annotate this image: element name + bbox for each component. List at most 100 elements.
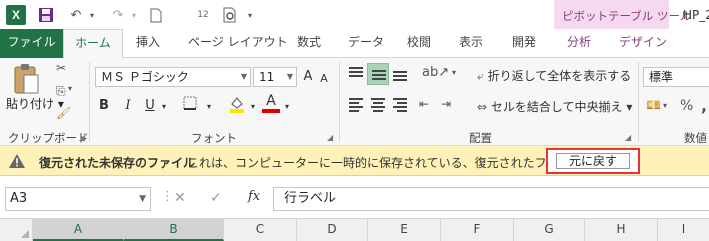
orientation-dropdown-icon[interactable]: ▾ <box>452 68 456 77</box>
excel-logo-icon: X <box>6 5 26 25</box>
warning-icon <box>8 153 26 169</box>
number-format-select[interactable]: 標準 <box>643 67 709 87</box>
formula-bar-grip-icon: ⋮ <box>161 189 174 204</box>
tab-insert[interactable]: 挿入 <box>136 29 160 58</box>
column-header-h[interactable]: H <box>585 219 658 241</box>
merge-center-label: セルを結合して中央揃え <box>490 100 623 114</box>
group-separator <box>638 62 639 142</box>
increase-indent-icon[interactable]: ⇥ <box>441 97 451 111</box>
paste-label: 貼り付け <box>6 97 55 111</box>
name-box-value: A3 <box>10 191 28 206</box>
font-color-dropdown-icon[interactable]: ▾ <box>282 97 292 117</box>
tab-data[interactable]: データ <box>348 29 384 58</box>
new-file-icon[interactable] <box>146 5 166 25</box>
borders-dropdown-icon[interactable]: ▾ <box>204 97 214 117</box>
enter-icon[interactable]: ✓ <box>210 190 222 206</box>
tab-review[interactable]: 校閲 <box>407 29 431 58</box>
paste-icon[interactable] <box>12 63 42 97</box>
underline-dropdown-icon[interactable]: ▾ <box>159 97 169 117</box>
chevron-down-icon: ▼ <box>286 72 293 81</box>
font-name-select[interactable]: ＭＳ Ｐゴシック ▼ <box>95 67 251 87</box>
formula-input[interactable]: 行ラベル <box>273 187 709 211</box>
currency-dropdown-icon[interactable]: ▾ <box>663 101 667 110</box>
tab-design[interactable]: デザイン <box>619 29 667 58</box>
insert-function-icon[interactable]: fx <box>248 189 260 204</box>
underline-button[interactable]: U <box>143 96 157 116</box>
align-bottom-icon[interactable] <box>389 63 411 85</box>
tab-formulas[interactable]: 数式 <box>297 29 321 58</box>
orientation-icon[interactable]: ab↗ <box>422 65 449 80</box>
font-launcher-icon[interactable]: ◢ <box>327 133 333 142</box>
format-painter-icon[interactable]: 🖌 <box>56 106 71 120</box>
percent-button[interactable]: % <box>680 98 693 114</box>
message-bar: 復元された未保存のファイル これは、コンピューターに一時的に保存されている、復元… <box>0 146 709 176</box>
print-preview-icon[interactable] <box>220 5 240 25</box>
column-headers: A B C D E F G H I <box>0 218 709 241</box>
borders-icon[interactable] <box>181 96 199 116</box>
increase-font-icon[interactable]: A <box>301 67 315 87</box>
decrease-indent-icon[interactable]: ⇤ <box>419 97 429 111</box>
wrap-text-button[interactable]: ⤶ 折り返して全体を表示する <box>477 67 631 84</box>
calendar-icon[interactable]: 12 <box>193 5 213 25</box>
italic-button[interactable]: I <box>121 96 135 116</box>
clipboard-group-label: クリップボード <box>8 131 89 145</box>
restore-button[interactable]: 元に戻す <box>556 153 630 169</box>
column-header-f[interactable]: F <box>441 219 514 241</box>
column-header-e[interactable]: E <box>368 219 441 241</box>
name-box[interactable]: A3 ▼ <box>5 187 151 211</box>
clipboard-launcher-icon[interactable]: ◢ <box>79 133 85 142</box>
select-all-corner[interactable] <box>0 219 33 241</box>
align-center-icon[interactable] <box>367 94 389 116</box>
column-header-b[interactable]: B <box>124 219 224 241</box>
column-header-d[interactable]: D <box>297 219 368 241</box>
tab-analyze[interactable]: 分析 <box>567 29 591 58</box>
customize-qat-icon[interactable]: ▾ <box>240 5 260 25</box>
redo-dropdown-icon[interactable]: ▾ <box>124 5 144 25</box>
align-left-icon[interactable] <box>345 94 367 116</box>
alignment-group-label: 配置 <box>469 131 492 145</box>
calendar-day: 12 <box>197 10 209 20</box>
font-color-icon[interactable]: A <box>262 93 280 113</box>
title-bar: X ↶ ▾ ↷ ▾ 12 ▾ ピボットテーブル ツール HP_2 <box>0 0 709 58</box>
restore-highlight: 元に戻す <box>546 148 640 174</box>
column-header-c[interactable]: C <box>224 219 297 241</box>
tab-view[interactable]: 表示 <box>459 29 483 58</box>
font-group-label: フォント <box>191 131 237 145</box>
align-middle-icon[interactable] <box>367 63 389 85</box>
column-header-a[interactable]: A <box>33 219 124 241</box>
currency-icon[interactable]: 💴 <box>646 98 661 112</box>
context-tab-title: ピボットテーブル ツール <box>562 9 692 23</box>
save-icon[interactable] <box>36 5 56 25</box>
message-title: 復元された未保存のファイル <box>39 156 196 170</box>
copy-icon[interactable]: ⎘ <box>56 84 66 99</box>
cancel-icon[interactable]: ✕ <box>174 190 186 206</box>
ribbon-home: 貼り付け ▾ ✂ ⎘ ▾ 🖌 クリップボード ◢ ＭＳ Ｐゴシック ▼ 11 ▼ A… <box>0 58 709 146</box>
tab-home[interactable]: ホーム <box>63 29 123 59</box>
comma-button[interactable]: , <box>701 96 707 115</box>
tab-file[interactable]: ファイル <box>0 29 63 58</box>
column-header-i[interactable]: I <box>658 219 709 241</box>
wrap-text-icon: ⤶ <box>477 69 484 83</box>
align-top-icon[interactable] <box>345 63 367 85</box>
number-group-label: 数値 <box>684 131 707 145</box>
alignment-launcher-icon[interactable]: ◢ <box>625 133 631 142</box>
merge-center-icon: ⇔ <box>477 100 488 114</box>
font-size-select[interactable]: 11 ▼ <box>253 67 297 87</box>
fill-color-icon[interactable] <box>228 95 246 115</box>
tab-developer[interactable]: 開発 <box>512 29 536 58</box>
formula-bar: A3 ▼ ⋮ ✕ ✓ fx 行ラベル <box>0 176 709 218</box>
font-name-value: ＭＳ Ｐゴシック <box>101 70 189 84</box>
ribbon-tabs: ファイル ホーム 挿入 ページ レイアウト 数式 データ 校閲 表示 開発 分析… <box>0 29 709 59</box>
align-right-icon[interactable] <box>389 94 411 116</box>
merge-center-button[interactable]: ⇔ セルを結合して中央揃え ▾ <box>477 98 632 115</box>
tab-page-layout[interactable]: ページ レイアウト <box>188 29 288 58</box>
fill-color-dropdown-icon[interactable]: ▾ <box>248 97 258 117</box>
decrease-font-icon[interactable]: A <box>318 69 330 89</box>
copy-dropdown-icon[interactable]: ▾ <box>68 84 72 93</box>
cut-icon[interactable]: ✂ <box>56 61 66 75</box>
bold-button[interactable]: B <box>97 96 111 116</box>
window-title: HP_2 <box>683 8 709 22</box>
column-header-g[interactable]: G <box>514 219 585 241</box>
group-separator <box>339 62 340 142</box>
undo-dropdown-icon[interactable]: ▾ <box>82 5 102 25</box>
